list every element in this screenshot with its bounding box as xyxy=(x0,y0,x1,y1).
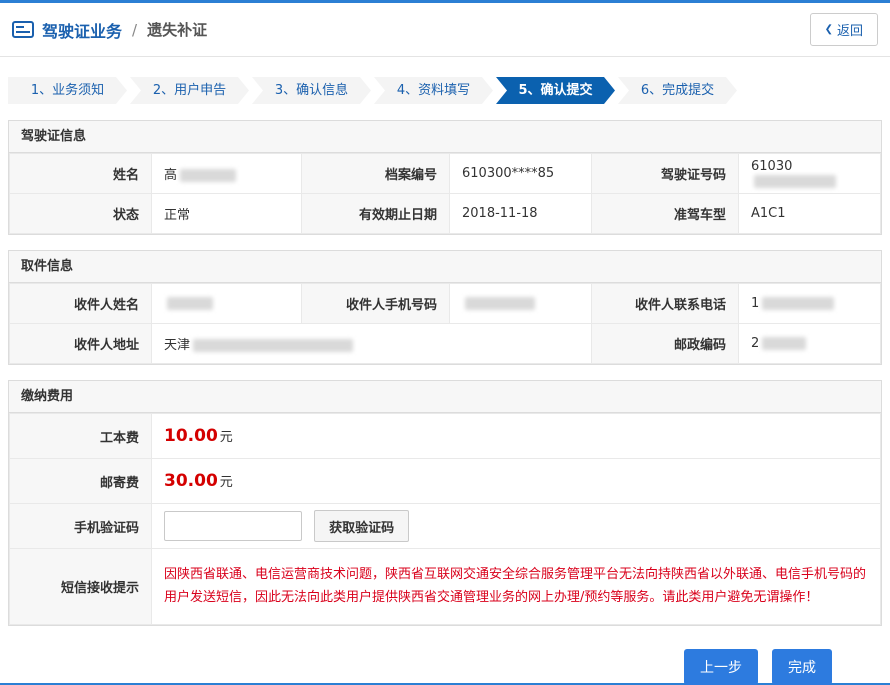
recipient-phone-label: 收件人联系电话 xyxy=(592,284,739,324)
license-section-title: 驾驶证信息 xyxy=(9,121,881,153)
production-fee-label: 工本费 xyxy=(10,414,152,459)
step-wizard: 1、业务须知 2、用户申告 3、确认信息 4、资料填写 5、确认提交 6、完成提… xyxy=(8,77,740,104)
sms-code-label: 手机验证码 xyxy=(10,504,152,549)
recipient-mobile-value xyxy=(450,284,592,324)
postal-code-label: 邮政编码 xyxy=(592,324,739,364)
back-button-label: 返回 xyxy=(837,20,863,39)
sms-notice-label: 短信接收提示 xyxy=(10,549,152,625)
table-row: 状态 正常 有效期止日期 2018-11-18 准驾车型 A1C1 xyxy=(10,194,881,234)
redacted-text xyxy=(193,339,353,352)
recipient-name-value xyxy=(152,284,302,324)
status-value: 正常 xyxy=(152,194,302,234)
vehicle-type-label: 准驾车型 xyxy=(592,194,739,234)
postage-fee-value: 30.00元 xyxy=(152,459,881,504)
postal-code-value: 2 xyxy=(739,324,881,364)
table-row: 短信接收提示 因陕西省联通、电信运营商技术问题，陕西省互联网交通安全综合服务管理… xyxy=(10,549,881,625)
postal-code-text: 2 xyxy=(751,336,759,351)
recipient-address-text: 天津 xyxy=(164,338,190,353)
previous-step-button[interactable]: 上一步 xyxy=(684,649,758,685)
chevron-left-icon: ❮ xyxy=(825,24,833,35)
redacted-text xyxy=(167,297,213,310)
recipient-mobile-label: 收件人手机号码 xyxy=(302,284,450,324)
sms-code-input[interactable] xyxy=(164,511,302,541)
license-info-section: 驾驶证信息 姓名 高 档案编号 610300****85 驾驶证号码 61030… xyxy=(8,120,882,235)
table-row: 收件人姓名 收件人手机号码 收件人联系电话 1 xyxy=(10,284,881,324)
redacted-text xyxy=(762,297,834,310)
sms-notice-text: 因陕西省联通、电信运营商技术问题，陕西省互联网交通安全综合服务管理平台无法向持陕… xyxy=(164,563,868,610)
footer-actions: 上一步 完成 xyxy=(0,641,890,685)
step-tab-5-active[interactable]: 5、确认提交 xyxy=(496,77,615,104)
payment-section-title: 缴纳费用 xyxy=(9,381,881,413)
recipient-phone-text: 1 xyxy=(751,296,759,311)
step-tab-3[interactable]: 3、确认信息 xyxy=(252,77,371,104)
production-fee-unit: 元 xyxy=(220,430,233,445)
postage-fee-label: 邮寄费 xyxy=(10,459,152,504)
license-number-label: 驾驶证号码 xyxy=(592,154,739,194)
expiry-label: 有效期止日期 xyxy=(302,194,450,234)
license-card-icon xyxy=(12,21,34,38)
expiry-value: 2018-11-18 xyxy=(450,194,592,234)
recipient-address-label: 收件人地址 xyxy=(10,324,152,364)
file-number-value: 610300****85 xyxy=(450,154,592,194)
license-number-value: 61030 xyxy=(739,154,881,194)
table-row: 邮寄费 30.00元 xyxy=(10,459,881,504)
table-row: 姓名 高 档案编号 610300****85 驾驶证号码 61030 xyxy=(10,154,881,194)
breadcrumb: 驾驶证业务 / 遗失补证 xyxy=(12,18,207,42)
title-separator: / xyxy=(132,21,137,39)
page-subtitle: 遗失补证 xyxy=(147,19,207,40)
recipient-address-value: 天津 xyxy=(152,324,592,364)
production-fee-amount: 10.00 xyxy=(164,426,218,446)
postage-fee-unit: 元 xyxy=(220,475,233,490)
redacted-text xyxy=(465,297,535,310)
sms-notice-cell: 因陕西省联通、电信运营商技术问题，陕西省互联网交通安全综合服务管理平台无法向持陕… xyxy=(152,549,881,625)
top-bar: 驾驶证业务 / 遗失补证 ❮ 返回 xyxy=(0,3,890,57)
pickup-info-section: 取件信息 收件人姓名 收件人手机号码 收件人联系电话 1 收件人地址 天津 xyxy=(8,250,882,365)
payment-table: 工本费 10.00元 邮寄费 30.00元 手机验证码 获取验证码 短信接收提示… xyxy=(9,413,881,625)
back-button[interactable]: ❮ 返回 xyxy=(810,13,878,46)
table-row: 手机验证码 获取验证码 xyxy=(10,504,881,549)
payment-section: 缴纳费用 工本费 10.00元 邮寄费 30.00元 手机验证码 获取验证码 短… xyxy=(8,380,882,626)
get-code-button[interactable]: 获取验证码 xyxy=(314,510,409,542)
step-tab-4[interactable]: 4、资料填写 xyxy=(374,77,493,104)
vehicle-type-value: A1C1 xyxy=(739,194,881,234)
step-tab-2[interactable]: 2、用户申告 xyxy=(130,77,249,104)
redacted-text xyxy=(754,175,836,188)
table-row: 收件人地址 天津 邮政编码 2 xyxy=(10,324,881,364)
name-label: 姓名 xyxy=(10,154,152,194)
postage-fee-amount: 30.00 xyxy=(164,471,218,491)
table-row: 工本费 10.00元 xyxy=(10,414,881,459)
step-tab-1[interactable]: 1、业务须知 xyxy=(8,77,127,104)
redacted-text xyxy=(180,169,236,182)
finish-button[interactable]: 完成 xyxy=(772,649,832,685)
pickup-info-table: 收件人姓名 收件人手机号码 收件人联系电话 1 收件人地址 天津 邮政编码 2 xyxy=(9,283,881,364)
page-title: 驾驶证业务 xyxy=(42,18,122,42)
pickup-section-title: 取件信息 xyxy=(9,251,881,283)
recipient-name-label: 收件人姓名 xyxy=(10,284,152,324)
name-value: 高 xyxy=(152,154,302,194)
license-number-text: 61030 xyxy=(751,159,792,174)
recipient-phone-value: 1 xyxy=(739,284,881,324)
name-value-text: 高 xyxy=(164,168,177,183)
step-tab-6[interactable]: 6、完成提交 xyxy=(618,77,737,104)
redacted-text xyxy=(762,337,806,350)
status-label: 状态 xyxy=(10,194,152,234)
license-info-table: 姓名 高 档案编号 610300****85 驾驶证号码 61030 状态 正常… xyxy=(9,153,881,234)
sms-code-cell: 获取验证码 xyxy=(152,504,881,549)
production-fee-value: 10.00元 xyxy=(152,414,881,459)
file-number-label: 档案编号 xyxy=(302,154,450,194)
